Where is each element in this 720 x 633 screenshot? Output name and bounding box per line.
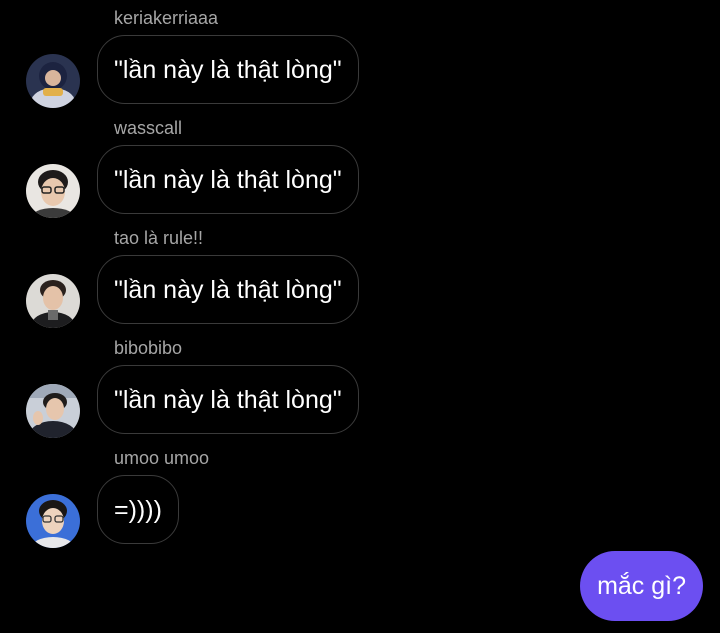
sender-name: tao là rule!! [114, 228, 204, 248]
message-bubble[interactable]: "lần này là thật lòng" [97, 255, 359, 324]
message-bubble[interactable]: =)))) [97, 475, 179, 544]
message-group: keriakerriaaa "lần này là thật lòng" [0, 4, 720, 114]
message-text: "lần này là thật lòng" [114, 165, 342, 194]
message-text: "lần này là thật lòng" [114, 385, 342, 414]
message-group: wasscall "lần này là thật lòng" [0, 114, 720, 224]
own-message-bubble[interactable]: mắc gì? [580, 551, 703, 621]
message-text: "lần này là thật lòng" [114, 55, 342, 84]
message-group: umoo umoo =)))) [0, 444, 720, 554]
message-group: bibobibo "lần này là thật lòng" [0, 334, 720, 444]
avatar[interactable] [26, 274, 80, 328]
sender-name: wasscall [114, 118, 183, 138]
sender-name: umoo umoo [114, 448, 210, 468]
chat-thread: keriakerriaaa "lần này là thật lòng" was… [0, 0, 720, 633]
avatar[interactable] [26, 494, 80, 548]
message-bubble[interactable]: "lần này là thật lòng" [97, 365, 359, 434]
message-bubble[interactable]: "lần này là thật lòng" [97, 35, 359, 104]
avatar[interactable] [26, 384, 80, 438]
avatar[interactable] [26, 164, 80, 218]
message-group: tao là rule!! "lần này là thật lòng" [0, 224, 720, 334]
avatar[interactable] [26, 54, 80, 108]
message-text: =)))) [114, 495, 162, 524]
message-text: "lần này là thật lòng" [114, 275, 342, 304]
message-bubble[interactable]: "lần này là thật lòng" [97, 145, 359, 214]
own-message-text: mắc gì? [597, 572, 686, 600]
sender-name: bibobibo [114, 338, 183, 358]
sender-name: keriakerriaaa [114, 8, 219, 28]
